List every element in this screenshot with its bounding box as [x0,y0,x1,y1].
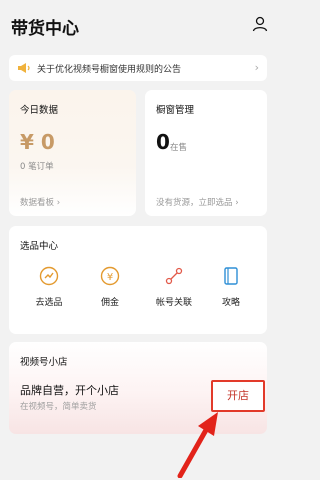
select-product-button[interactable]: 去选品 [21,266,77,316]
announcement-bar[interactable]: 关于优化视频号橱窗使用规则的公告 › [9,55,267,81]
guide-button[interactable]: 攻略 [203,266,259,316]
guide-book-icon [224,267,238,285]
annotation-arrow-icon [177,412,218,478]
window-management-label: 橱窗管理 [156,105,195,116]
today-data-card[interactable]: 今日数据 ¥ 0 0 笔订单 数据看板 › [9,90,136,216]
window-management-card[interactable]: 橱窗管理 0 在售 没有货源，立即选品 › [145,90,267,216]
today-amount: ¥ 0 [20,130,55,154]
data-dashboard-link[interactable]: 数据看板 › [20,196,60,208]
header: 带货中心 [0,0,276,50]
channels-shop-title: 视频号小店 [20,357,68,368]
commission-icon: ¥ [100,266,120,286]
today-data-label: 今日数据 [20,105,59,116]
chevron-right-icon: › [254,61,259,74]
guide-label: 攻略 [221,298,240,308]
channels-shop-subtitle: 在视频号，简单卖货 [20,402,97,412]
svg-text:¥: ¥ [107,272,113,283]
product-selection-title: 选品中心 [20,241,59,252]
on-sale-count: 0 [156,130,170,154]
page-title: 带货中心 [11,19,79,39]
select-product-icon [39,266,59,286]
announcement-text: 关于优化视频号橱窗使用规则的公告 [37,65,182,75]
speaker-icon [18,63,30,73]
account-link-icon [165,267,183,285]
account-link-label: 帐号关联 [155,298,192,308]
account-link-button[interactable]: 帐号关联 [146,266,202,316]
commission-button[interactable]: ¥ 佣金 [82,266,138,316]
on-sale-unit: 在售 [170,143,188,153]
commission-label: 佣金 [100,298,119,308]
channels-shop-headline: 品牌自营，开个小店 [20,384,119,397]
today-orders: 0 笔订单 [20,162,54,172]
select-product-label: 去选品 [35,298,63,308]
product-selection-card: 选品中心 去选品 ¥ 佣金 帐号关联 攻略 [9,226,267,334]
select-products-link[interactable]: 没有货源，立即选品 › [156,196,239,208]
user-icon[interactable] [252,16,268,32]
